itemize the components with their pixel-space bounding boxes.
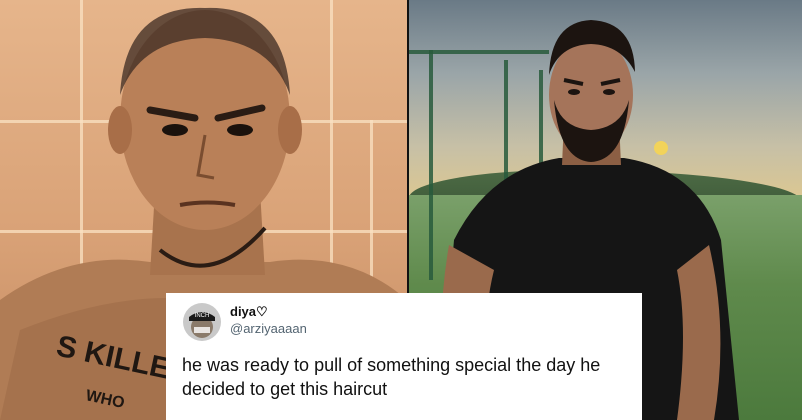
tweet-card[interactable]: INCH diya♡ @arziyaaaan he was ready to p… <box>166 293 642 420</box>
avatar-cap-text: INCH <box>195 313 210 319</box>
user-handle[interactable]: @arziyaaaan <box>230 321 307 336</box>
user-display-name[interactable]: diya♡ <box>230 304 268 320</box>
user-avatar[interactable]: INCH <box>183 303 221 341</box>
tweet-text: he was ready to pull of something specia… <box>182 355 601 399</box>
avatar-image: INCH <box>183 303 221 341</box>
